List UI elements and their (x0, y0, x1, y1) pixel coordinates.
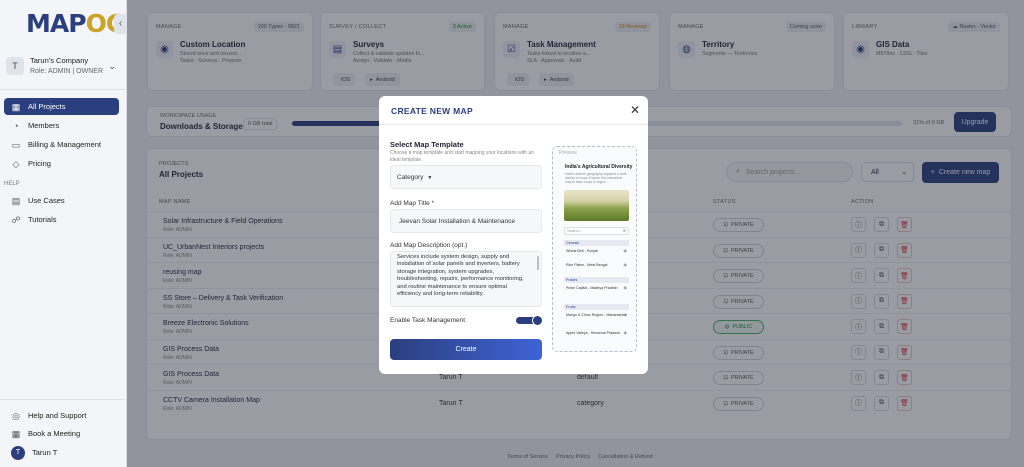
sidebar-item-help-support[interactable]: ◎ Help and Support (4, 407, 119, 424)
preview-search: Search... ⊞ (564, 227, 629, 235)
sidebar-item-book-meeting[interactable]: ▦ Book a Meeting (4, 425, 119, 442)
tag-icon: ◇ (12, 158, 20, 169)
dot-icon: ◉ (623, 285, 628, 290)
dot-icon: ◉ (623, 262, 628, 267)
sidebar-item-use-cases[interactable]: ▤ Use Cases (4, 192, 119, 209)
sidebar-item-label: Tutorials (28, 215, 57, 224)
company-switcher[interactable]: T Tarun's Company Role: ADMIN | OWNER ⌄ (4, 50, 122, 82)
company-avatar: T (6, 57, 24, 75)
dot-icon: ◉ (623, 248, 628, 253)
preview-item: Wheat Belt - Punjab ◉ (566, 248, 628, 253)
sidebar-item-label: All Projects (28, 102, 66, 111)
sidebar-item-tutorials[interactable]: ☍ Tutorials (4, 211, 119, 228)
preview-item: Apple Valleys - Himachal Pradesh ◉ (566, 330, 628, 335)
preview-item: Mango & Citrus Region - Maharashtra ◉ (566, 312, 628, 317)
create-map-modal: CREATE NEW MAP ✕ Select Map Template Cho… (379, 96, 648, 374)
users-icon: ☍ (11, 214, 21, 225)
map-description-textarea[interactable]: Services include system design, supply a… (390, 251, 542, 307)
chevron-down-icon: ⌄ (108, 60, 116, 71)
preview-desc: India's diverse geography supports a wid… (565, 172, 627, 184)
template-select[interactable]: Category ▼ (390, 165, 542, 189)
company-role: Role: ADMIN | OWNER (30, 67, 103, 75)
preview-category: Cereals (564, 240, 629, 246)
sidebar: MAPOG ‹ T Tarun's Company Role: ADMIN | O… (0, 0, 127, 467)
preview-search-text: Search... (567, 228, 584, 233)
description-text: Services include system design, supply a… (397, 254, 524, 298)
user-icon: ◔ (13, 120, 19, 131)
preview-item-text: Rice Plains - West Bengal (566, 263, 608, 267)
preview-item-text: Apple Valleys - Himachal Pradesh (566, 331, 621, 335)
template-subtext: Choose a map template and start mapping … (390, 150, 534, 163)
template-heading: Select Map Template (390, 140, 464, 149)
textarea-scrollbar[interactable] (537, 256, 539, 270)
sidebar-item-billing[interactable]: ▭ Billing & Management (4, 136, 119, 153)
sidebar-item-label: Book a Meeting (28, 429, 81, 438)
filter-icon: ⊞ (622, 228, 626, 233)
preview-item-text: Pulse Capital - Madhya Pradesh (566, 286, 618, 290)
preview-category: Pulses (564, 277, 629, 283)
calendar-icon: ▦ (11, 428, 21, 439)
modal-title: CREATE NEW MAP (391, 106, 473, 116)
card-icon: ▭ (11, 139, 21, 150)
template-preview: Preview India's Agricultural Diversity I… (552, 146, 637, 352)
company-name: Tarun's Company (30, 55, 89, 65)
task-management-label: Enable Task Management (390, 317, 466, 324)
grid-icon: ▦ (11, 101, 21, 112)
sidebar-collapse-button[interactable]: ‹ (114, 14, 127, 34)
sidebar-item-pricing[interactable]: ◇ Pricing (4, 155, 119, 172)
user-name: Tarun T (32, 448, 58, 457)
description-label: Add Map Description (opt.) (390, 242, 468, 249)
avatar: T (11, 445, 25, 460)
sidebar-item-all-projects[interactable]: ▦ All Projects (4, 98, 119, 115)
sidebar-item-members[interactable]: ◔ Members (4, 117, 119, 134)
preview-item-text: Mango & Citrus Region - Maharashtra (566, 313, 627, 317)
task-management-toggle[interactable] (516, 315, 543, 326)
preview-category: Fruits (564, 304, 629, 310)
create-button[interactable]: Create (390, 339, 542, 360)
close-icon[interactable]: ✕ (630, 103, 640, 117)
logo: MAPOG (26, 9, 126, 38)
sidebar-item-label: Billing & Management (28, 140, 101, 149)
help-icon: ◎ (12, 410, 20, 421)
toggle-knob (532, 315, 543, 326)
dot-icon: ◉ (623, 330, 628, 335)
preview-item-text: Wheat Belt - Punjab (566, 249, 598, 253)
caret-down-icon: ▼ (427, 175, 433, 181)
preview-title: India's Agricultural Diversity (565, 164, 633, 170)
sidebar-item-label: Help and Support (28, 411, 87, 420)
preview-item: Pulse Capital - Madhya Pradesh ◉ (566, 285, 628, 290)
dot-icon: ◉ (623, 312, 628, 317)
preview-label: Preview (559, 150, 577, 156)
sidebar-item-label: Use Cases (28, 196, 65, 205)
preview-image (564, 190, 629, 221)
help-section-label: HELP (4, 181, 20, 187)
preview-item: Rice Plains - West Bengal ◉ (566, 262, 628, 267)
map-title-input[interactable]: Jeevan Solar Installation & Maintenance (390, 209, 542, 233)
sidebar-item-label: Members (28, 121, 60, 130)
title-label: Add Map Title * (390, 200, 435, 207)
template-value: Category (397, 174, 424, 181)
sidebar-item-label: Pricing (28, 159, 51, 168)
book-icon: ▤ (11, 195, 21, 206)
user-profile[interactable]: T Tarun T (4, 444, 119, 461)
